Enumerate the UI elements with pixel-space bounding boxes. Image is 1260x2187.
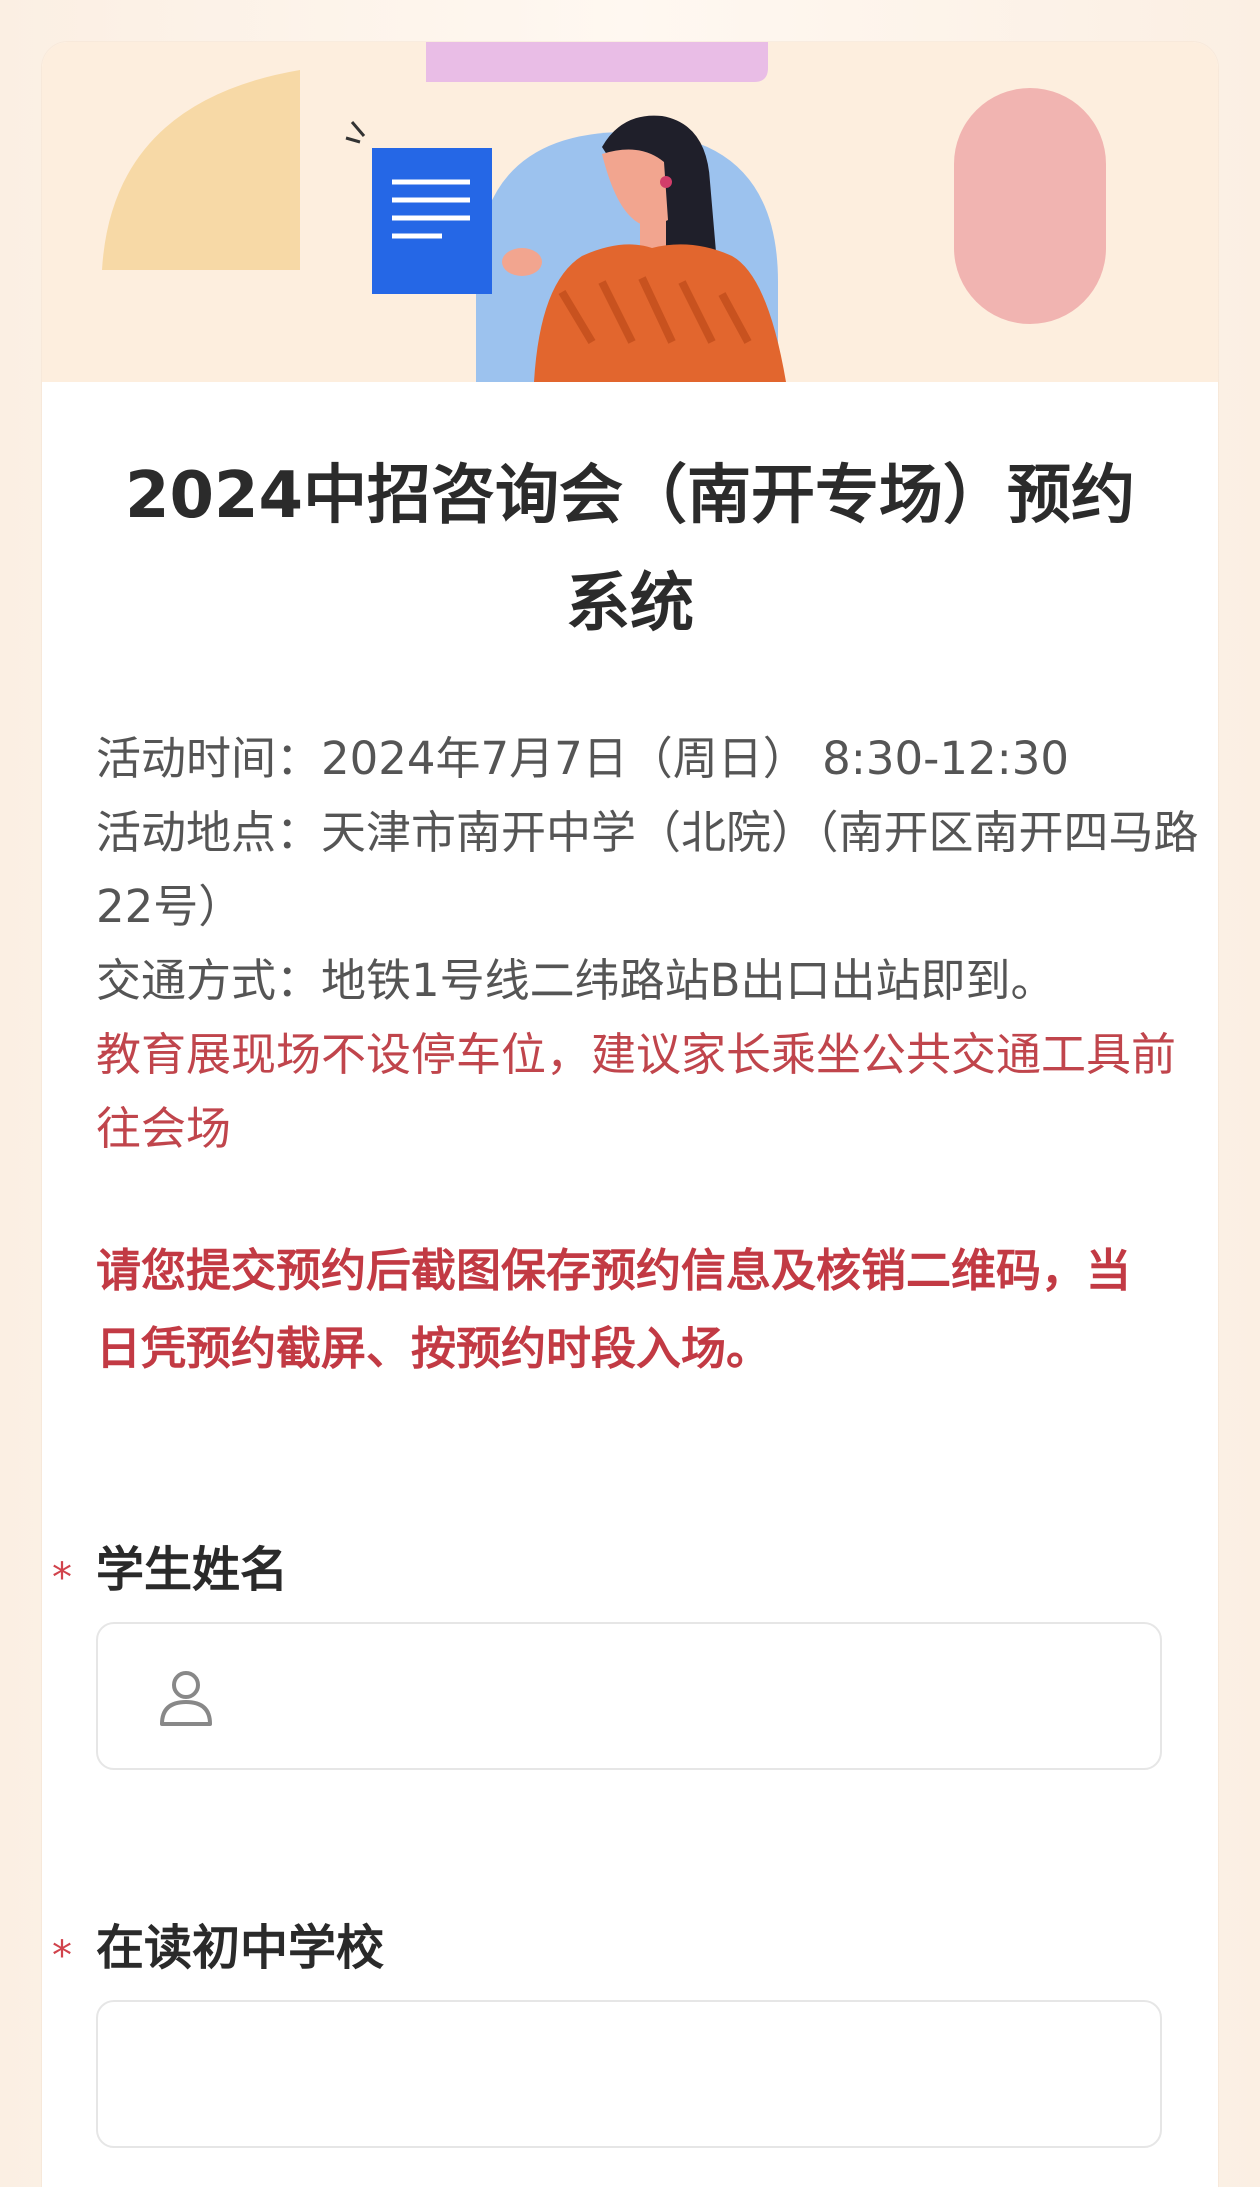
- page-title: 2024中招咨询会（南开专场）预约系统: [124, 459, 1136, 641]
- page-background: 2024中招咨询会（南开专场）预约系统 活动时间：2024年7月7日（周日） 8…: [0, 0, 1260, 2187]
- event-info: 活动时间：2024年7月7日（周日） 8:30-12:30 活动地点：天津市南开…: [96, 722, 1206, 1166]
- event-location-text: 活动地点：天津市南开中学（北院）（南开区南开四马路22号）: [96, 806, 1199, 933]
- woman-hand-shape: [502, 248, 542, 276]
- event-time-text: 活动时间：2024年7月7日（周日） 8:30-12:30: [96, 732, 1070, 785]
- school-field[interactable]: [96, 2000, 1162, 2148]
- school-label: * 在读初中学校: [52, 1918, 385, 1979]
- banner-pink-capsule-shape: [954, 88, 1106, 324]
- document-shape: [372, 148, 492, 294]
- student-name-label: * 学生姓名: [52, 1540, 289, 1601]
- student-name-input[interactable]: [228, 1624, 1132, 1770]
- banner-illustration: [102, 42, 1106, 382]
- required-asterisk: *: [52, 1933, 72, 1979]
- school-label-text: 在读初中学校: [96, 1920, 385, 1976]
- school-input[interactable]: [138, 2002, 1122, 2148]
- banner-pink-bar-shape: [426, 42, 768, 82]
- banner-yellow-shape: [102, 70, 300, 270]
- parking-warning-text: 教育展现场不设停车位，建议家长乘坐公共交通工具前往会场: [96, 1028, 1177, 1155]
- woman-earring-shape: [660, 176, 672, 188]
- event-transport-text: 交通方式：地铁1号线二纬路站B出口出站即到。: [96, 954, 1056, 1007]
- document-sparkle-shape: [345, 121, 366, 144]
- person-icon: [160, 1671, 212, 1726]
- woman-neck-shape: [640, 214, 666, 248]
- screenshot-notice-text: 请您提交预约后截图保存预约信息及核销二维码，当日凭预约截屏、按预约时段入场。: [96, 1244, 1132, 1375]
- student-name-label-text: 学生姓名: [96, 1542, 289, 1598]
- required-asterisk: *: [52, 1555, 72, 1601]
- student-name-field[interactable]: [96, 1622, 1162, 1770]
- header-banner: [42, 42, 1218, 382]
- form-card: 2024中招咨询会（南开专场）预约系统 活动时间：2024年7月7日（周日） 8…: [42, 42, 1218, 2187]
